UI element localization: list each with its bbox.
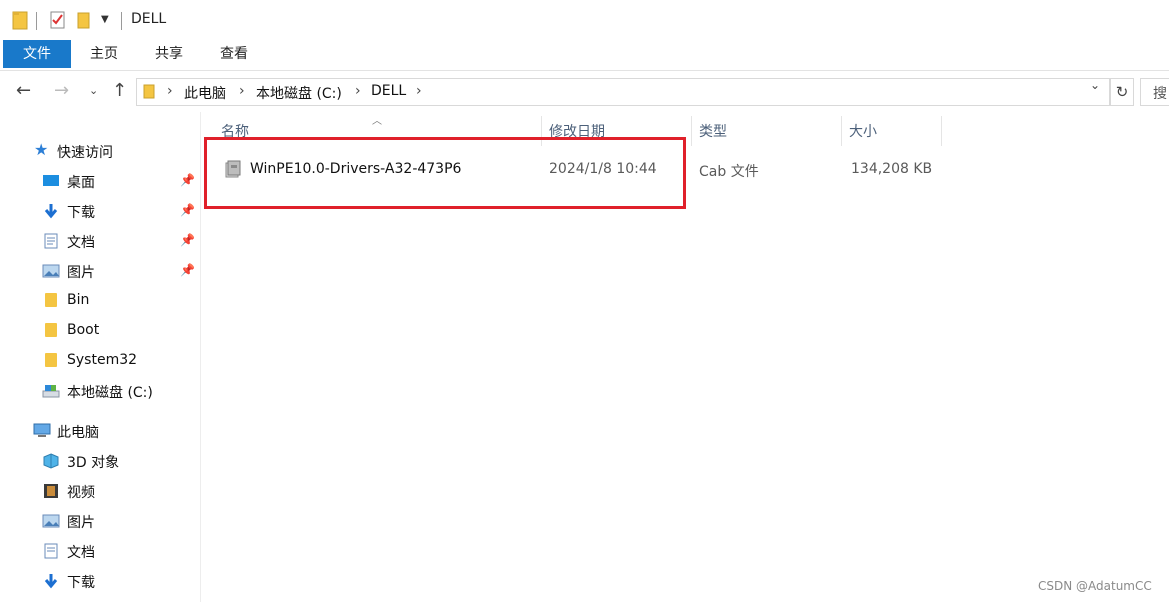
sidebar-item-3d-objects[interactable]: 3D 对象: [0, 446, 200, 476]
pictures-icon: [42, 513, 60, 529]
new-folder-icon[interactable]: [77, 10, 91, 34]
breadcrumb-separator: ›: [167, 83, 173, 99]
address-row: ← → ⌄ ↑ › 此电脑 › 本地磁盘 (C:) › DELL › ⌄ ↻ 搜: [0, 72, 1169, 112]
sidebar-item-label: 文档: [67, 235, 95, 251]
window-title: DELL: [131, 11, 167, 27]
sidebar-item-videos[interactable]: 视频: [0, 476, 200, 506]
sidebar-quick-access[interactable]: ★ 快速访问: [0, 136, 200, 166]
pin-icon[interactable]: 📌: [180, 173, 195, 187]
tab-file[interactable]: 文件: [3, 40, 71, 68]
sidebar-item-label: 此电脑: [57, 425, 99, 441]
sidebar-item-label: 快速访问: [57, 145, 113, 161]
file-list: ︿ 名称 修改日期 类型 大小 WinPE10.0-Drivers-A32-47…: [201, 112, 1169, 602]
forward-arrow-icon[interactable]: →: [54, 80, 69, 101]
desktop-icon: [42, 173, 59, 189]
pictures-icon: [42, 263, 60, 279]
red-highlight-box: [204, 137, 686, 209]
folder-icon: [12, 10, 30, 34]
sidebar-item-label: Boot: [67, 322, 100, 338]
sidebar-item-system32[interactable]: System32: [0, 346, 200, 376]
sidebar-this-pc[interactable]: 此电脑: [0, 416, 200, 446]
sidebar-item-label: 下载: [67, 575, 95, 591]
breadcrumb-this-pc[interactable]: 此电脑: [184, 83, 226, 103]
search-placeholder: 搜: [1153, 86, 1167, 102]
sidebar-item-bin[interactable]: Bin: [0, 286, 200, 316]
sidebar-item-label: 图片: [67, 265, 95, 281]
folder-icon: [45, 353, 61, 369]
breadcrumb-local-disk[interactable]: 本地磁盘 (C:): [256, 83, 342, 103]
tab-view[interactable]: 查看: [208, 40, 260, 68]
download-icon: [43, 573, 59, 589]
address-bar[interactable]: › 此电脑 › 本地磁盘 (C:) › DELL ›: [136, 78, 1110, 106]
sidebar-item-downloads-pc[interactable]: 下载: [0, 566, 200, 596]
tab-home[interactable]: 主页: [78, 40, 130, 68]
refresh-icon[interactable]: ↻: [1110, 78, 1134, 106]
toolbar-separator: [121, 12, 122, 30]
column-header-type[interactable]: 类型: [679, 118, 829, 144]
up-arrow-icon[interactable]: ↑: [112, 80, 127, 101]
document-icon: [44, 543, 60, 559]
sidebar-item-documents[interactable]: 文档 📌: [0, 226, 200, 256]
breadcrumb-separator: ›: [416, 83, 422, 99]
address-history-chevron-icon[interactable]: ⌄: [1090, 78, 1100, 92]
star-icon: ★: [34, 140, 49, 159]
folder-icon: [143, 83, 155, 103]
folder-icon: [45, 293, 61, 309]
sidebar-item-boot[interactable]: Boot: [0, 316, 200, 346]
search-input[interactable]: 搜: [1140, 78, 1169, 106]
sidebar-item-label: 3D 对象: [67, 455, 120, 471]
quick-access-toolbar-dropdown[interactable]: ▼: [101, 14, 109, 25]
breadcrumb-dell[interactable]: DELL: [371, 83, 406, 99]
document-icon: [44, 233, 60, 249]
sidebar-item-label: 视频: [67, 485, 95, 501]
file-type: Cab 文件: [699, 164, 759, 180]
sidebar-item-label: Bin: [67, 292, 90, 308]
sidebar-item-pictures[interactable]: 图片 📌: [0, 256, 200, 286]
sidebar-item-pictures-pc[interactable]: 图片: [0, 506, 200, 536]
breadcrumb-separator: ›: [355, 83, 361, 99]
videos-icon: [43, 483, 59, 499]
column-divider[interactable]: [941, 116, 942, 146]
title-bar: ▼ DELL: [0, 0, 1169, 40]
column-header-label: 类型: [699, 124, 727, 140]
column-header-label: 大小: [849, 124, 877, 140]
sidebar-item-label: 本地磁盘 (C:): [67, 385, 153, 401]
pin-icon[interactable]: 📌: [180, 203, 195, 217]
sidebar-item-label: 图片: [67, 515, 95, 531]
download-icon: [43, 203, 59, 219]
tab-share[interactable]: 共享: [143, 40, 195, 68]
navigation-pane: ★ 快速访问 桌面 📌 下载 📌 文档 📌 图片 📌 Bin Boot Syst…: [0, 112, 201, 602]
breadcrumb-separator: ›: [239, 83, 245, 99]
3d-objects-icon: [43, 453, 59, 469]
sidebar-item-documents-pc[interactable]: 文档: [0, 536, 200, 566]
sidebar-item-local-disk[interactable]: 本地磁盘 (C:): [0, 376, 200, 406]
back-arrow-icon[interactable]: ←: [16, 80, 31, 101]
sidebar-item-label: 文档: [67, 545, 95, 561]
column-header-size[interactable]: 大小: [829, 118, 929, 144]
properties-icon[interactable]: [50, 10, 66, 34]
computer-icon: [33, 423, 51, 439]
sidebar-item-downloads[interactable]: 下载 📌: [0, 196, 200, 226]
sidebar-item-label: System32: [67, 352, 138, 368]
sidebar-item-desktop[interactable]: 桌面 📌: [0, 166, 200, 196]
file-size: 134,208 KB: [851, 161, 933, 177]
recent-locations-chevron-icon[interactable]: ⌄: [89, 84, 98, 97]
sidebar-item-label: 下载: [67, 205, 95, 221]
ribbon-tabs: 文件 主页 共享 查看: [0, 40, 1169, 71]
sidebar-item-label: 桌面: [67, 175, 95, 191]
pin-icon[interactable]: 📌: [180, 263, 195, 277]
watermark: CSDN @AdatumCC: [1038, 579, 1152, 593]
toolbar-separator: [36, 12, 37, 30]
pin-icon[interactable]: 📌: [180, 233, 195, 247]
folder-icon: [45, 323, 61, 339]
drive-icon: [42, 383, 60, 399]
